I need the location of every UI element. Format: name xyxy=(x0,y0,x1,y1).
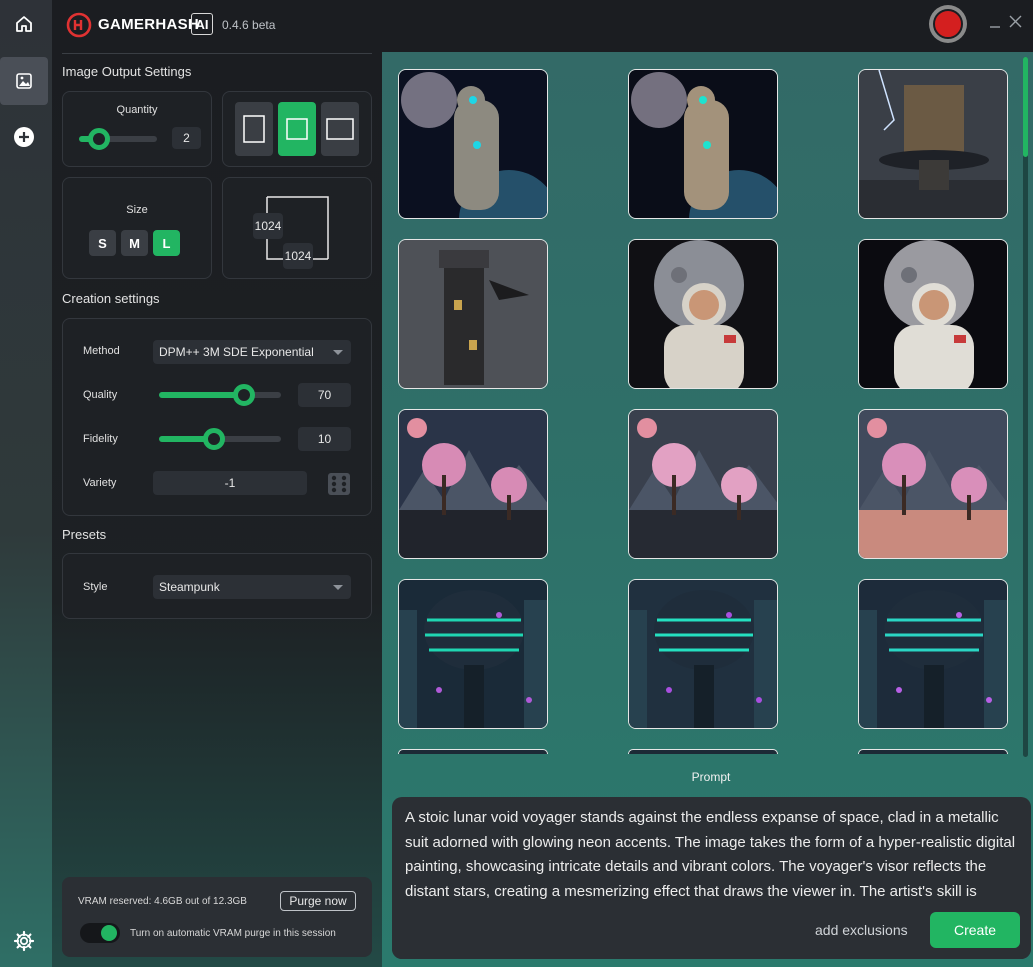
variety-label: Variety xyxy=(83,477,117,489)
add-icon[interactable] xyxy=(0,113,48,161)
fidelity-label: Fidelity xyxy=(83,433,118,445)
title-bar: GAMERHASH AI 0.4.6 beta xyxy=(52,0,1033,52)
auto-purge-toggle[interactable] xyxy=(80,923,120,943)
app-version: 0.4.6 beta xyxy=(222,18,276,32)
size-m-button[interactable]: M xyxy=(121,230,148,256)
dimension-card: 1024 1024 xyxy=(222,177,372,279)
aspect-square-button[interactable] xyxy=(278,102,316,156)
fidelity-slider-handle[interactable] xyxy=(203,428,225,450)
style-value: Steampunk xyxy=(159,580,220,594)
image-icon[interactable] xyxy=(0,57,48,105)
creation-settings-title: Creation settings xyxy=(62,291,160,306)
style-label: Style xyxy=(83,581,108,593)
aspect-landscape-button[interactable] xyxy=(321,102,359,156)
size-l-button[interactable]: L xyxy=(153,230,180,256)
size-label: Size xyxy=(126,204,148,216)
quantity-label: Quantity xyxy=(116,104,158,116)
quantity-slider-handle[interactable] xyxy=(88,128,110,150)
quantity-slider[interactable] xyxy=(79,128,157,150)
gallery-image[interactable] xyxy=(858,69,1008,219)
gallery-image[interactable] xyxy=(398,579,548,729)
vram-card: VRAM reserved: 4.6GB out of 12.3GB Purge… xyxy=(62,877,372,957)
aspect-portrait-button[interactable] xyxy=(235,102,273,156)
gallery-image[interactable] xyxy=(628,239,778,389)
gallery-image[interactable] xyxy=(858,239,1008,389)
quantity-value[interactable]: 2 xyxy=(172,127,201,149)
width-value[interactable]: 1024 xyxy=(253,213,283,239)
quality-label: Quality xyxy=(83,389,118,401)
size-s-button[interactable]: S xyxy=(89,230,116,256)
settings-panel: Image Output Settings Quantity 2 Size S … xyxy=(52,52,382,967)
minimize-icon[interactable] xyxy=(989,15,1001,34)
home-icon[interactable] xyxy=(0,0,48,48)
nav-rail xyxy=(0,0,52,967)
quality-slider-handle[interactable] xyxy=(233,384,255,406)
gallery-image[interactable] xyxy=(628,69,778,219)
prompt-input[interactable]: A stoic lunar void voyager stands agains… xyxy=(405,806,1017,916)
image-output-settings-title: Image Output Settings xyxy=(62,64,192,79)
gallery-image[interactable] xyxy=(628,409,778,559)
aspect-ratio-card xyxy=(222,91,372,167)
method-value: DPM++ 3M SDE Exponential xyxy=(159,345,314,359)
quality-value[interactable]: 70 xyxy=(298,383,351,407)
gamerhash-logo-icon xyxy=(66,12,92,43)
gallery-image[interactable] xyxy=(858,579,1008,729)
gallery-image[interactable] xyxy=(858,409,1008,559)
avatar[interactable] xyxy=(929,5,967,43)
purge-now-button[interactable]: Purge now xyxy=(280,891,356,911)
prompt-box: A stoic lunar void voyager stands agains… xyxy=(392,797,1031,959)
presets-card: Style Steampunk xyxy=(62,553,372,619)
chevron-down-icon xyxy=(333,350,343,355)
gallery-image[interactable] xyxy=(398,239,548,389)
dice-icon[interactable] xyxy=(327,472,351,501)
height-value[interactable]: 1024 xyxy=(283,243,313,269)
close-icon[interactable] xyxy=(1009,15,1022,33)
auto-purge-label: Turn on automatic VRAM purge in this ses… xyxy=(130,928,336,939)
quality-slider[interactable] xyxy=(159,384,281,406)
quantity-card: Quantity 2 xyxy=(62,91,212,167)
creation-settings-card: Method DPM++ 3M SDE Exponential Quality … xyxy=(62,318,372,516)
brand-name: GAMERHASH xyxy=(98,16,200,33)
fidelity-slider[interactable] xyxy=(159,428,281,450)
add-exclusions-link[interactable]: add exclusions xyxy=(815,922,908,938)
gallery-image[interactable] xyxy=(398,409,548,559)
size-card: Size S M L xyxy=(62,177,212,279)
create-button[interactable]: Create xyxy=(930,912,1020,948)
prompt-label: Prompt xyxy=(691,770,731,784)
gallery-scrollbar[interactable] xyxy=(1023,57,1028,757)
variety-value[interactable]: -1 xyxy=(153,471,307,495)
vram-reserved-text: VRAM reserved: 4.6GB out of 12.3GB xyxy=(78,896,247,907)
gallery-image[interactable] xyxy=(628,749,778,754)
gallery-scrollbar-thumb[interactable] xyxy=(1023,57,1028,157)
chevron-down-icon xyxy=(333,585,343,590)
gallery-image[interactable] xyxy=(858,749,1008,754)
method-label: Method xyxy=(83,345,120,357)
gallery-image[interactable] xyxy=(398,749,548,754)
style-select[interactable]: Steampunk xyxy=(153,575,351,599)
method-select[interactable]: DPM++ 3M SDE Exponential xyxy=(153,340,351,364)
image-gallery: Prompt A stoic lunar void voyager stands… xyxy=(382,52,1033,967)
settings-gear-icon[interactable] xyxy=(0,917,48,965)
fidelity-value[interactable]: 10 xyxy=(298,427,351,451)
brand-ai-badge: AI xyxy=(191,13,213,35)
presets-title: Presets xyxy=(62,527,107,542)
gallery-image[interactable] xyxy=(398,69,548,219)
gallery-image[interactable] xyxy=(628,579,778,729)
